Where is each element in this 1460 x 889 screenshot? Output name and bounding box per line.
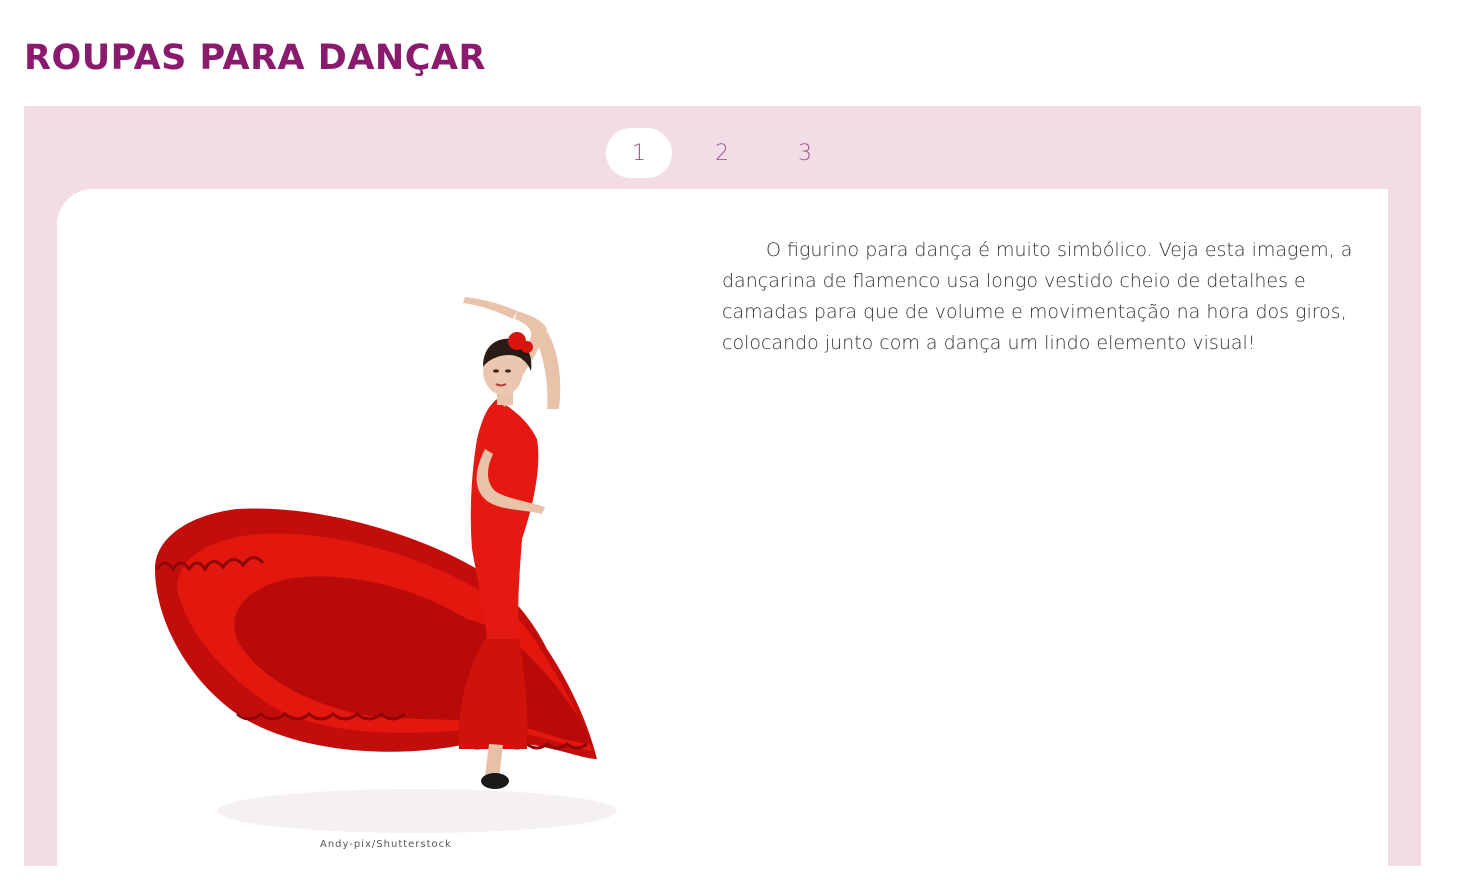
content-card: Andy-pix/Shutterstock O figurino para da… xyxy=(57,189,1388,889)
page-title: ROUPAS PARA DANÇAR xyxy=(24,38,486,78)
description-paragraph: O figurino para dança é muito simbólico.… xyxy=(722,239,1353,354)
image-credit: Andy-pix/Shutterstock xyxy=(320,839,452,850)
tab-1[interactable]: 1 xyxy=(606,128,672,178)
tabs-panel: 1 2 3 Andy-pix/Shutterstock O figurino p… xyxy=(24,106,1421,889)
tab-bar: 1 2 3 xyxy=(606,128,855,178)
flamenco-dancer-image xyxy=(147,289,617,859)
tab-2[interactable]: 2 xyxy=(689,128,755,178)
tab-3[interactable]: 3 xyxy=(772,128,838,178)
